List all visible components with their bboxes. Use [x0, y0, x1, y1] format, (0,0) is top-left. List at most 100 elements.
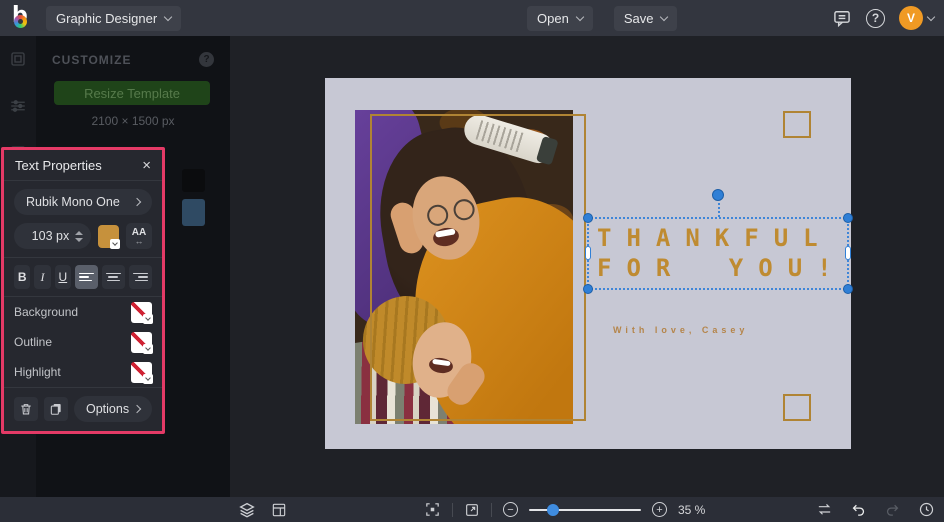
gold-square-bottom[interactable]	[783, 394, 811, 421]
chevron-down-icon	[145, 314, 151, 321]
chevron-right-icon	[132, 404, 142, 414]
history-icon[interactable]	[918, 501, 935, 518]
customize-header: CUSTOMIZE ?	[36, 36, 230, 67]
main-area: CUSTOMIZE ? Resize Template 2100 × 1500 …	[0, 36, 944, 497]
duplicate-button[interactable]	[44, 397, 68, 421]
workspace: With love, Casey THANKFUL FOR YOU!	[230, 36, 944, 497]
before-after-icon[interactable]	[816, 501, 833, 518]
swatch-dropdown-tag[interactable]	[143, 313, 153, 324]
template-dimensions: 2100 × 1500 px	[91, 114, 175, 128]
app-mode-menu[interactable]: Graphic Designer	[46, 5, 182, 31]
resize-handle-top-left[interactable]	[583, 213, 593, 223]
align-right-button[interactable]	[128, 265, 152, 289]
text-properties-header: Text Properties ×	[4, 150, 162, 180]
color-swatch[interactable]	[182, 169, 205, 192]
divider	[4, 180, 162, 181]
color-swatch[interactable]	[182, 199, 205, 226]
chevron-down-icon	[660, 12, 669, 21]
highlight-row: Highlight	[4, 357, 162, 387]
fit-to-screen-icon[interactable]	[424, 501, 441, 518]
zoom-in-button[interactable]: +	[652, 502, 667, 517]
font-size-row: 103 px AA ↔	[14, 223, 152, 249]
gold-frame-rectangle[interactable]	[370, 114, 586, 421]
design-canvas[interactable]: With love, Casey THANKFUL FOR YOU!	[325, 78, 853, 449]
text-selection-box[interactable]: THANKFUL FOR YOU!	[583, 189, 853, 294]
app-mode-label: Graphic Designer	[56, 10, 158, 26]
align-center-button[interactable]	[101, 265, 125, 289]
resize-handle-top-right[interactable]	[843, 213, 853, 223]
delete-button[interactable]	[14, 397, 38, 421]
text-color-swatch[interactable]	[98, 224, 120, 249]
redo-icon[interactable]	[884, 501, 901, 518]
sidebar-item-customize[interactable]	[9, 97, 27, 120]
open-button[interactable]: Open	[527, 5, 593, 31]
account-menu[interactable]: V	[899, 6, 936, 30]
swatch-dropdown-tag[interactable]	[109, 238, 120, 249]
background-color-swatch[interactable]	[131, 301, 153, 324]
resize-handle-left[interactable]	[585, 245, 591, 260]
italic-button[interactable]: I	[34, 265, 51, 289]
divider	[491, 502, 492, 517]
font-size-stepper[interactable]	[75, 230, 84, 242]
format-row: B I U	[14, 265, 152, 289]
chevron-right-icon	[132, 197, 142, 207]
slider-knob[interactable]	[547, 503, 559, 516]
fullscreen-preview-icon[interactable]	[464, 502, 480, 518]
outline-color-swatch[interactable]	[131, 331, 153, 354]
layers-icon[interactable]	[238, 501, 256, 519]
resize-handle-bottom-right[interactable]	[843, 284, 853, 294]
canvas-manager-icon[interactable]	[271, 502, 287, 518]
help-icon[interactable]: ?	[199, 52, 214, 67]
bold-button[interactable]: B	[14, 265, 31, 289]
stepper-down-icon[interactable]	[75, 237, 84, 242]
topbar: b Graphic Designer Open Save ? V	[0, 0, 944, 36]
color-wheel-icon	[14, 15, 27, 28]
zoom-slider[interactable]	[529, 503, 641, 516]
options-button[interactable]: Options	[74, 396, 152, 422]
panel-footer: Options	[4, 388, 162, 431]
signature-text[interactable]: With love, Casey	[613, 325, 748, 335]
rotate-handle[interactable]	[712, 189, 724, 201]
befunky-logo-icon[interactable]: b	[8, 3, 34, 31]
font-size-input[interactable]: 103 px	[14, 223, 92, 249]
chevron-down-icon	[926, 12, 936, 21]
sidebar-item-templates[interactable]	[9, 50, 27, 73]
close-icon[interactable]: ×	[142, 158, 151, 173]
avatar: V	[899, 6, 923, 30]
stepper-up-icon[interactable]	[75, 230, 84, 235]
bottombar-right-group	[816, 497, 935, 522]
swatch-dropdown-tag[interactable]	[143, 373, 153, 384]
letter-case-button[interactable]: AA ↔	[125, 223, 152, 249]
save-button[interactable]: Save	[613, 5, 678, 31]
zoom-out-button[interactable]: −	[503, 502, 518, 517]
resize-handle-right[interactable]	[845, 245, 851, 260]
zoom-controls: − + 35 %	[424, 497, 705, 522]
outline-row: Outline	[4, 327, 162, 357]
zoom-percentage: 35 %	[678, 502, 706, 517]
resize-template-button[interactable]: Resize Template	[54, 81, 210, 105]
help-icon[interactable]: ?	[866, 8, 885, 28]
topbar-center-group: Open Save	[527, 0, 678, 36]
bottombar-left-group	[238, 497, 287, 522]
rotation-connector	[718, 203, 720, 217]
font-family-selector[interactable]: Rubik Mono One	[14, 189, 152, 215]
background-row: Background	[4, 297, 162, 327]
undo-icon[interactable]	[850, 501, 867, 518]
chevron-down-icon	[163, 12, 173, 21]
bottom-toolbar: − + 35 %	[0, 497, 944, 522]
gold-square-top[interactable]	[783, 111, 811, 138]
align-left-button[interactable]	[74, 265, 98, 289]
letter-spacing-arrow-icon: ↔	[134, 235, 144, 246]
swatch-dropdown-tag[interactable]	[143, 343, 153, 354]
chevron-down-icon	[575, 12, 585, 21]
underline-button[interactable]: U	[54, 265, 71, 289]
resize-handle-bottom-left[interactable]	[583, 284, 593, 294]
divider	[452, 502, 453, 517]
highlight-color-swatch[interactable]	[131, 361, 153, 384]
feedback-chat-icon[interactable]	[832, 8, 852, 28]
divider	[4, 257, 162, 258]
panel-title: Text Properties	[15, 157, 102, 173]
headline-text[interactable]: THANKFUL FOR YOU!	[597, 223, 847, 283]
topbar-left-group: b Graphic Designer	[0, 3, 182, 31]
slider-track[interactable]	[529, 508, 641, 511]
